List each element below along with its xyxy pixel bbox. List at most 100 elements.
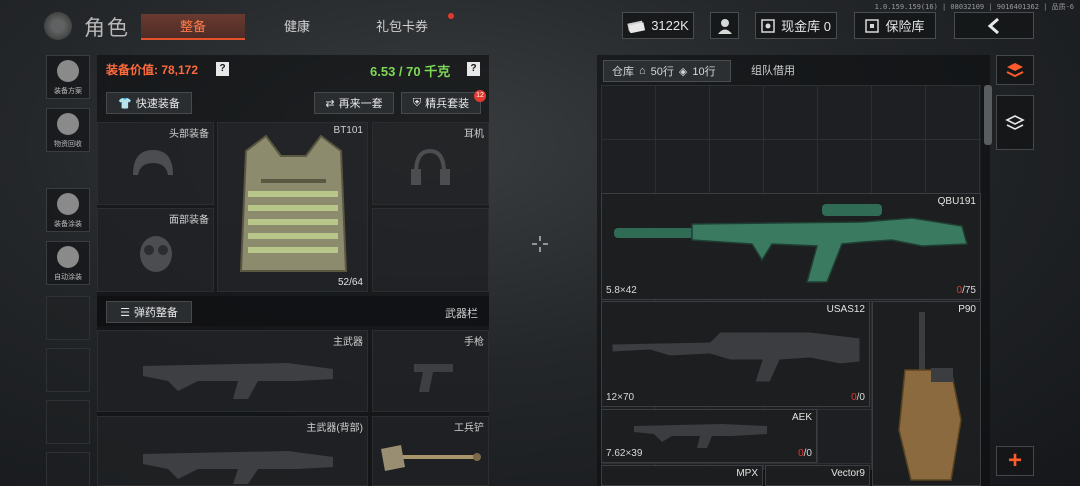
warehouse-scrollbar[interactable] bbox=[984, 85, 992, 145]
elite-badge: 12 bbox=[474, 90, 486, 102]
recycle-icon bbox=[57, 113, 79, 135]
warehouse-item-aek[interactable]: AEK 7.62×39 0/0 bbox=[601, 409, 817, 463]
again-button[interactable]: ⇄ 再来一套 bbox=[314, 92, 394, 114]
equipment-value: 装备价值: 78,172 bbox=[106, 61, 198, 79]
rail-label: 物资回收 bbox=[54, 141, 82, 148]
pistol-slot-label: 手枪 bbox=[464, 337, 484, 348]
rail-label: 装备涂装 bbox=[54, 221, 82, 228]
vest-slot[interactable]: BT101 52/64 bbox=[217, 122, 368, 292]
warehouse-item-usas12[interactable]: USAS12 12×70 0/0 bbox=[601, 301, 870, 407]
help-icon[interactable]: ? bbox=[467, 62, 480, 76]
vest-durability: 52/64 bbox=[337, 277, 363, 288]
head-slot-label: 头部装备 bbox=[169, 129, 209, 140]
ammo-loadout-label: 弹药整备 bbox=[133, 307, 178, 319]
accessory-slot[interactable] bbox=[372, 208, 489, 292]
item-caliber: 7.62×39 bbox=[606, 448, 643, 459]
tab-health[interactable]: 健康 bbox=[250, 14, 344, 40]
elite-kit-label: 精兵套装 bbox=[425, 98, 470, 110]
cash-vault-button[interactable]: 现金库 0 bbox=[755, 12, 837, 39]
plate-carrier-icon bbox=[239, 134, 348, 272]
p90-smg-icon bbox=[898, 312, 962, 481]
qbu191-rifle-icon bbox=[614, 204, 968, 283]
warehouse-tab-label: 仓库 bbox=[612, 66, 634, 78]
back-button[interactable] bbox=[954, 12, 1034, 39]
item-caliber: 5.8×42 bbox=[606, 285, 637, 296]
warehouse-item-p90[interactable]: P90 bbox=[872, 301, 981, 486]
item-name: MPX bbox=[736, 468, 758, 479]
elite-kit-button[interactable]: ⛨ 精兵套装 bbox=[401, 92, 481, 114]
preset-icon bbox=[57, 60, 79, 82]
usas12-shotgun-icon bbox=[611, 331, 861, 383]
weight-label: 6.53 / 70 千克 bbox=[370, 64, 451, 79]
paint-button[interactable]: 装备涂装 bbox=[46, 188, 90, 232]
face-slot[interactable]: 面部装备 bbox=[97, 208, 214, 292]
stack-down-icon bbox=[1005, 114, 1025, 130]
back-slot-label: 主武器(背部) bbox=[306, 423, 363, 434]
paint-icon bbox=[57, 193, 79, 215]
shield-icon: ⛨ bbox=[412, 96, 422, 109]
shovel-icon bbox=[381, 445, 481, 471]
item-ammo: 0/75 bbox=[957, 285, 976, 296]
item-caliber: 12×70 bbox=[606, 392, 635, 403]
vault-icon bbox=[761, 18, 775, 33]
gas-mask-icon bbox=[140, 236, 172, 272]
home-icon: ⌂ bbox=[639, 65, 646, 77]
primary-weapon-slot[interactable]: 主武器 bbox=[97, 330, 368, 412]
repeat-icon: ⇄ bbox=[325, 97, 335, 110]
recycle-button[interactable]: 物资回收 bbox=[46, 108, 90, 152]
warehouse-item-mpx[interactable]: MPX bbox=[601, 465, 763, 486]
item-ammo: 0/0 bbox=[798, 448, 812, 459]
again-label: 再来一套 bbox=[338, 98, 383, 110]
ammo-icon: ☰ bbox=[120, 306, 130, 319]
quick-equip-button[interactable]: 👕 快速装备 bbox=[106, 92, 192, 114]
pistol-silhouette-icon bbox=[414, 364, 453, 392]
warehouse-item-qbu191[interactable]: QBU191 5.8×42 0/75 bbox=[601, 193, 981, 300]
ammo-loadout-button[interactable]: ☰ 弹药整备 bbox=[106, 301, 192, 323]
rail-empty-slot bbox=[46, 452, 90, 486]
warehouse-tab[interactable]: 仓库 ⌂ 50行 ◈ 10行 bbox=[603, 60, 731, 82]
loadout-preset-button[interactable]: 装备方案 bbox=[46, 55, 90, 99]
item-ammo: 0/0 bbox=[851, 392, 865, 403]
helmet-icon bbox=[133, 150, 173, 175]
primary-slot-label: 主武器 bbox=[333, 337, 363, 348]
rail-empty-slot bbox=[46, 296, 90, 340]
help-icon[interactable]: ? bbox=[216, 62, 229, 76]
crosshair-icon bbox=[532, 236, 548, 252]
tab-loadout[interactable]: 整备 bbox=[141, 14, 245, 40]
headset-icon bbox=[411, 148, 450, 185]
insurance-vault-label: 保险库 bbox=[885, 19, 925, 34]
pistol-slot[interactable]: 手枪 bbox=[372, 330, 489, 412]
notification-dot bbox=[448, 13, 454, 19]
warehouse-item-vector9[interactable]: Vector9 bbox=[765, 465, 870, 486]
warehouse-rows: 50行 bbox=[650, 66, 674, 78]
currency-display[interactable]: 3122K bbox=[622, 12, 694, 39]
back-weapon-slot[interactable]: 主武器(背部) bbox=[97, 416, 368, 486]
team-loan-tab[interactable]: 组队借用 bbox=[735, 60, 811, 82]
tab-gift-cards[interactable]: 礼包卡券 bbox=[352, 14, 452, 40]
auto-paint-button[interactable]: 自动涂装 bbox=[46, 241, 90, 285]
sort-button[interactable] bbox=[996, 55, 1034, 85]
rail-label: 装备方案 bbox=[54, 88, 82, 95]
add-button[interactable]: + bbox=[996, 446, 1034, 476]
rifle-silhouette-icon bbox=[143, 451, 333, 484]
character-logo-icon bbox=[44, 12, 72, 40]
shovel-slot[interactable]: 工兵铲 bbox=[372, 416, 489, 486]
safe-icon bbox=[865, 18, 880, 33]
shovel-slot-label: 工兵铲 bbox=[454, 423, 484, 434]
rail-label: 自动涂装 bbox=[54, 274, 82, 281]
insurance-vault-button[interactable]: 保险库 bbox=[854, 12, 936, 39]
face-slot-label: 面部装备 bbox=[169, 215, 209, 226]
rifle-silhouette-icon bbox=[143, 363, 333, 399]
head-slot[interactable]: 头部装备 bbox=[97, 122, 214, 205]
operator-button[interactable] bbox=[710, 12, 739, 39]
store-all-button[interactable] bbox=[996, 95, 1034, 150]
headset-slot[interactable]: 耳机 bbox=[372, 122, 489, 205]
version-text: 1.0.159.159(16) | 08032109 | 9016401362 … bbox=[874, 3, 1074, 11]
weapon-bar-label: 武器栏 bbox=[445, 308, 478, 320]
currency-amount: 3122K bbox=[651, 18, 689, 33]
back-arrow-icon bbox=[987, 17, 999, 34]
quick-equip-label: 快速装备 bbox=[135, 98, 180, 110]
cash-stack-icon bbox=[627, 20, 646, 33]
equipment-value-label: 装备价值: 78,172 bbox=[106, 63, 199, 77]
ammo-max: /0 bbox=[803, 448, 812, 459]
